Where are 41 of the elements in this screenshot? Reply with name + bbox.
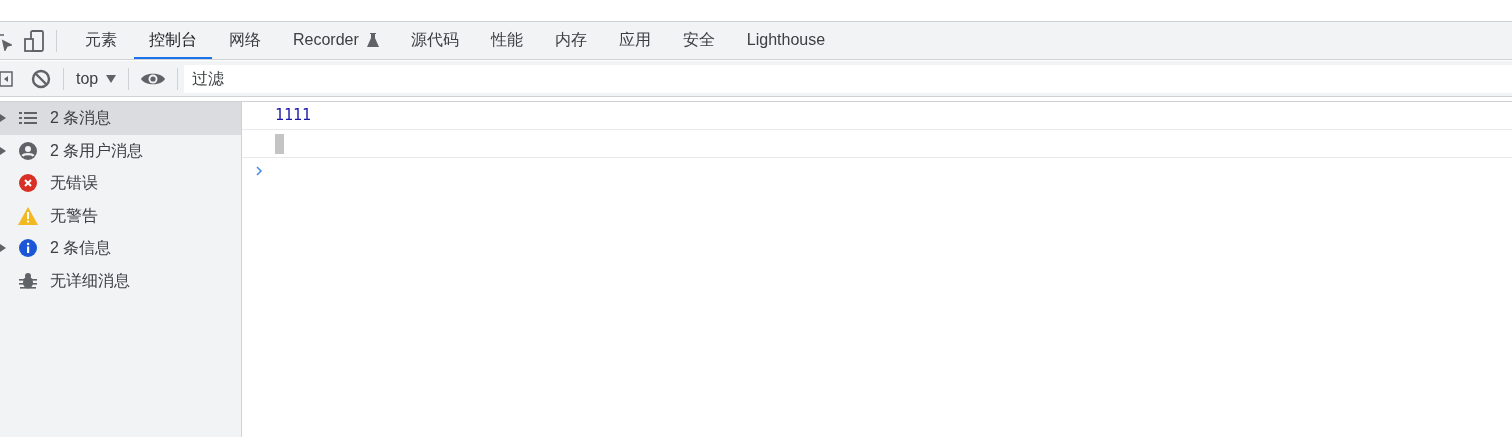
expand-arrow-icon[interactable]	[0, 146, 6, 155]
sidebar-item[interactable]: 无警告	[0, 199, 241, 232]
panel-tab[interactable]: 内存	[539, 22, 602, 59]
bug-icon	[19, 271, 37, 290]
panel-tab[interactable]: 安全	[667, 22, 730, 59]
sidebar-label: 2 条用户消息	[50, 140, 144, 161]
clear-icon[interactable]	[31, 68, 51, 89]
context-dropdown[interactable]: top	[76, 66, 117, 91]
prompt-icon[interactable]	[256, 166, 263, 176]
user-icon	[19, 141, 37, 160]
sidebar-label: 2 条消息	[50, 108, 112, 129]
panel-tab[interactable]: 应用	[603, 22, 666, 59]
expand-arrow-icon[interactable]	[0, 244, 6, 253]
sidebar-item[interactable]: 无详细消息	[0, 264, 241, 297]
sidebar-item[interactable]: 无错误	[0, 167, 241, 200]
sidebar-label: 无警告	[50, 205, 98, 226]
sidebar-toggle-icon[interactable]	[0, 70, 13, 87]
panel-tab[interactable]: 性能	[475, 22, 538, 59]
panel-tab[interactable]: 控制台	[134, 22, 212, 59]
device-icon[interactable]	[24, 29, 44, 52]
sidebar-label: 无详细消息	[50, 270, 130, 291]
filter-field[interactable]: 过滤	[184, 64, 1512, 93]
sidebar-item[interactable]: 2 条用户消息	[0, 134, 241, 167]
list-icon	[19, 112, 37, 125]
sidebar-item[interactable]: 2 条消息	[0, 102, 241, 135]
warning-icon	[18, 206, 38, 225]
panel-tab[interactable]: 网络	[214, 22, 276, 59]
error-icon	[19, 174, 37, 193]
sidebar-item[interactable]: 2 条信息	[0, 232, 241, 265]
console-cursor	[275, 133, 284, 154]
flask-icon	[366, 32, 379, 47]
info-icon	[19, 239, 37, 258]
sidebar-label: 2 条信息	[50, 238, 112, 259]
panel-tab[interactable]: Lighthouse	[731, 22, 841, 59]
sidebar-label: 无错误	[50, 173, 98, 194]
panel-tab[interactable]: Recorder	[278, 22, 394, 59]
panel-tab[interactable]: 源代码	[395, 22, 474, 59]
caret-icon	[106, 74, 117, 83]
expand-arrow-icon[interactable]	[0, 114, 6, 123]
panel-tab[interactable]: 元素	[70, 22, 132, 59]
console-message: 1111	[275, 105, 312, 127]
